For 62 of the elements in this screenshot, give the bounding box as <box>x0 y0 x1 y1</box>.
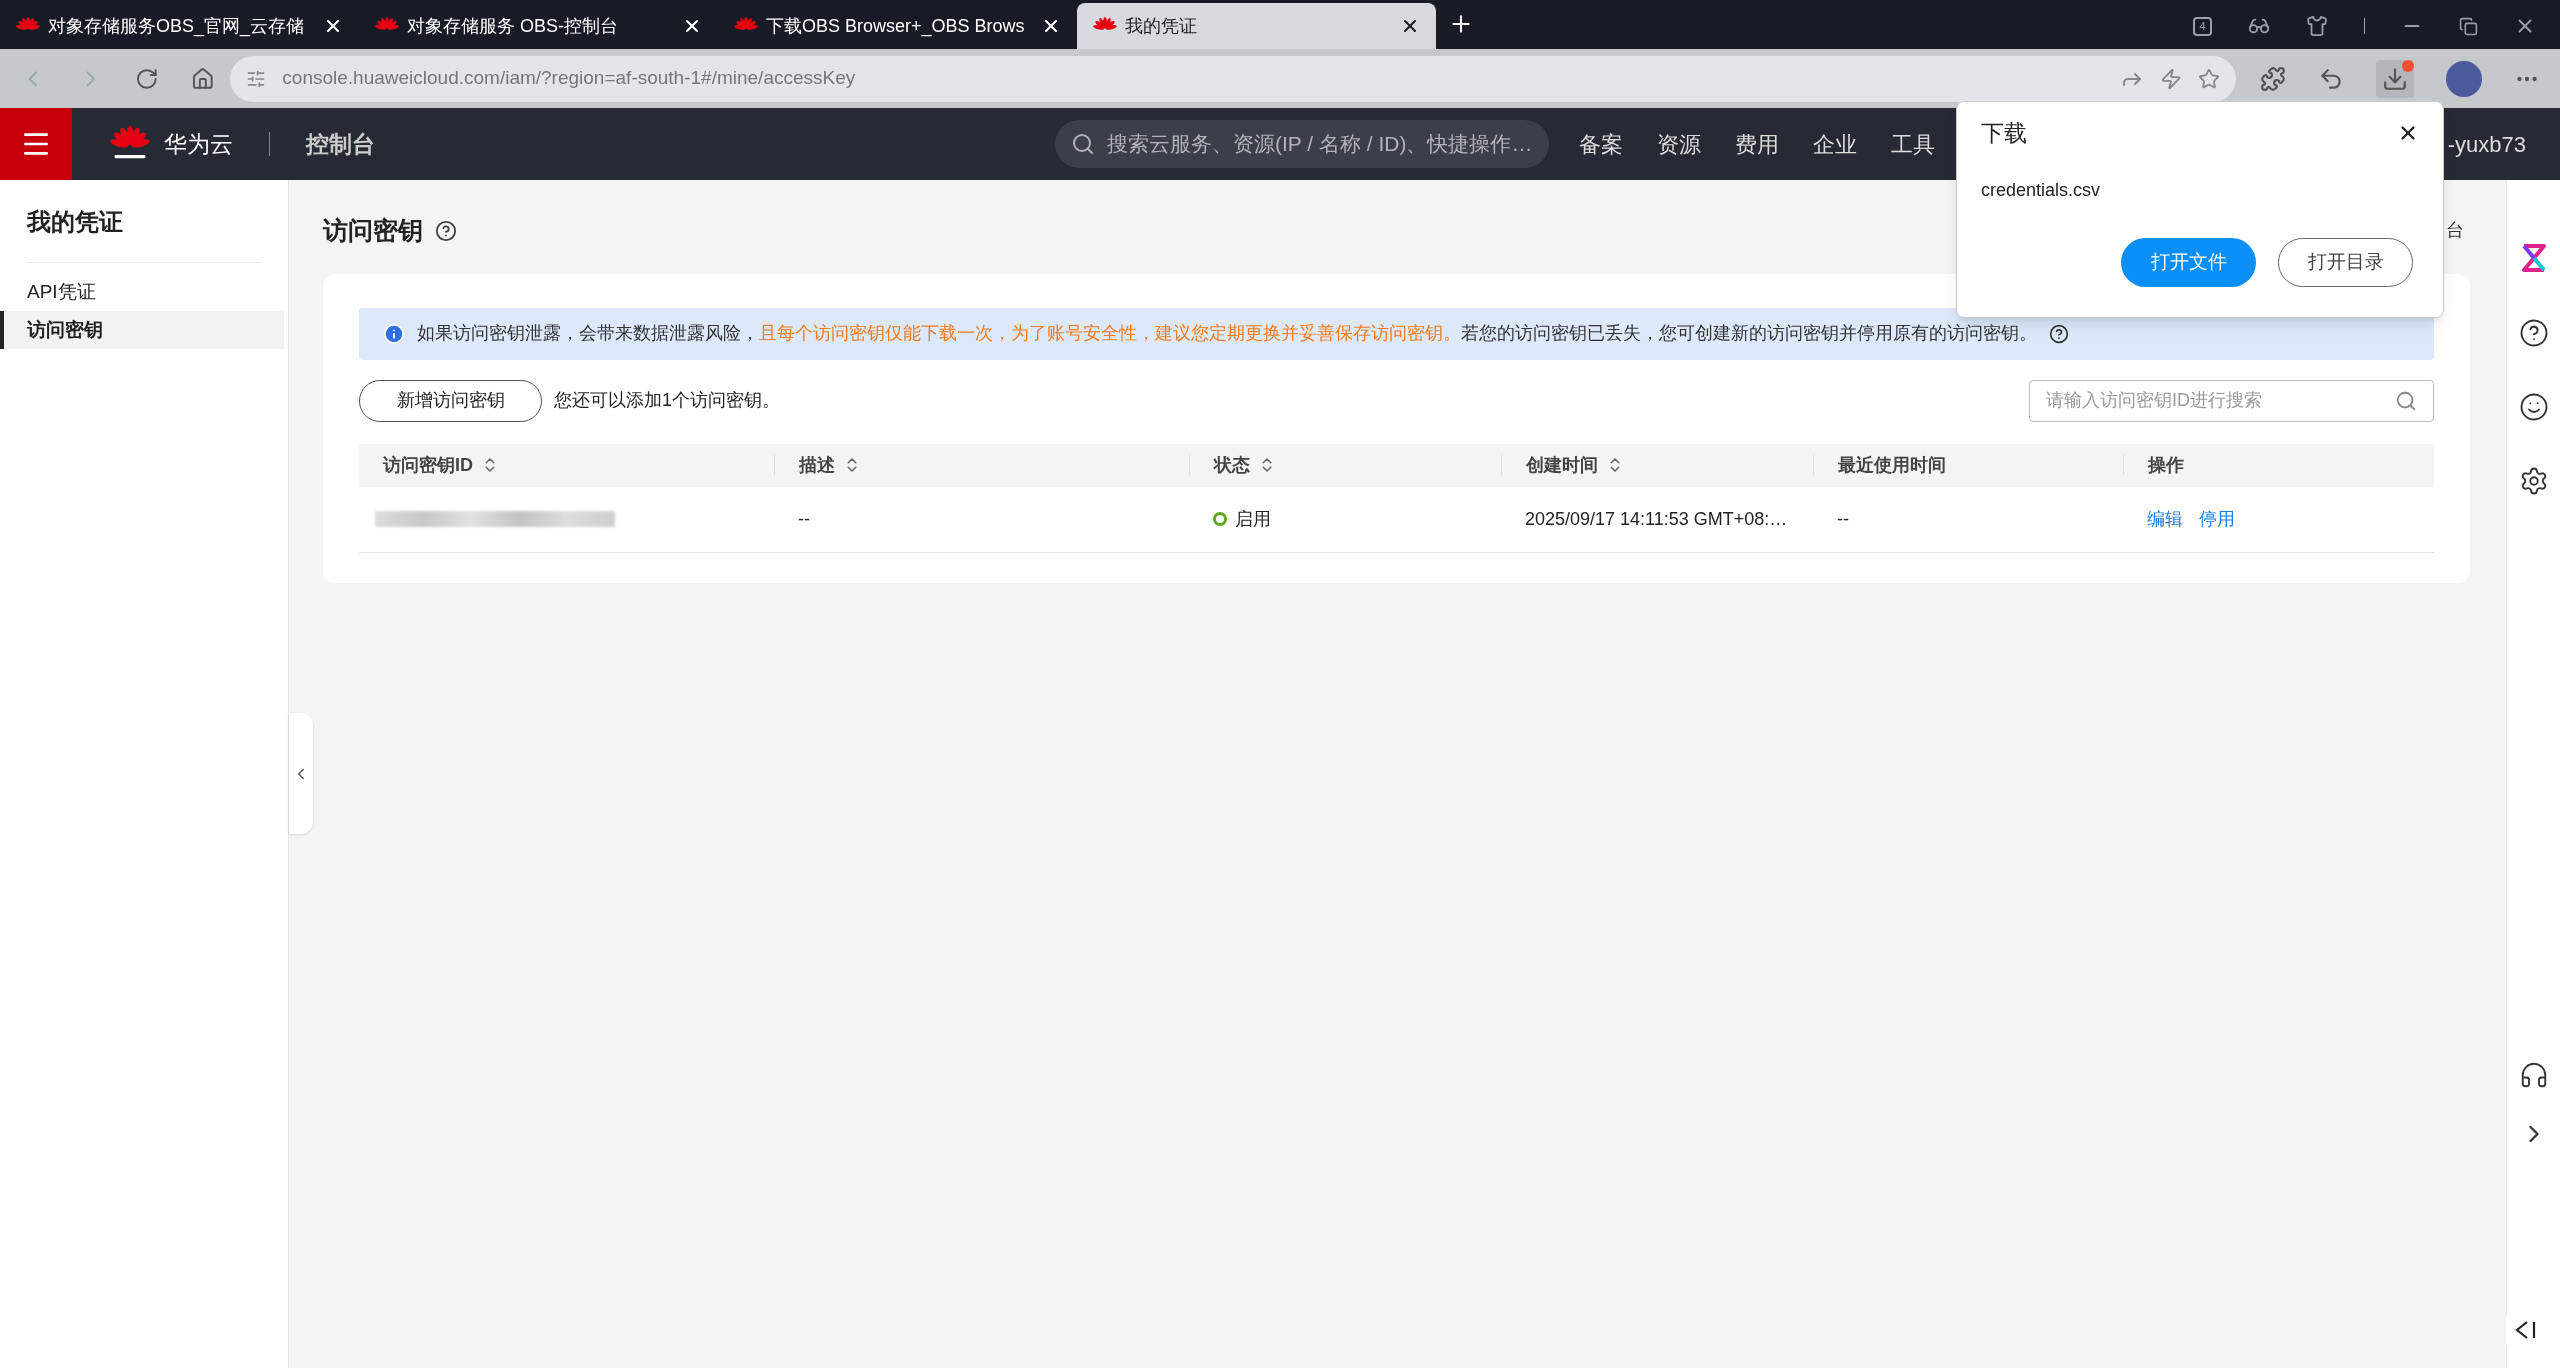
help-icon[interactable] <box>2049 323 2069 344</box>
table-cell-text: -- <box>1836 507 1850 531</box>
nav-link[interactable]: 备案 <box>1579 127 1623 161</box>
browser-tab[interactable]: 下载OBS Browser+_OBS Brows <box>718 3 1077 49</box>
popup-button[interactable]: 打开目录 <box>2278 237 2413 287</box>
lightning-icon[interactable] <box>2160 67 2182 90</box>
extensions-icon[interactable] <box>2260 65 2286 92</box>
shirt-icon[interactable] <box>2306 15 2328 37</box>
column-header[interactable]: 描述 <box>799 451 835 479</box>
table-cell-text: 2025/09/17 14:11:53 GMT+08:… <box>1524 507 1789 531</box>
user-name[interactable]: -yuxb73 <box>2447 127 2526 161</box>
column-header[interactable]: 访问密钥ID <box>383 451 473 479</box>
sidebar-title: 我的凭证 <box>27 180 261 263</box>
search-icon[interactable] <box>1071 132 1095 156</box>
browser-tab[interactable]: 对象存储服务 OBS-控制台 <box>359 3 718 49</box>
smiley-icon[interactable] <box>2518 392 2549 422</box>
menu-button[interactable] <box>0 108 72 180</box>
nav-link[interactable]: 费用 <box>1735 127 1779 161</box>
console-title[interactable]: 控制台 <box>306 126 375 162</box>
tab-title: 我的凭证 <box>1125 14 1198 38</box>
tab-count-icon[interactable]: 4 <box>2193 16 2212 36</box>
table-cell-text: -- <box>797 507 811 531</box>
search-icon[interactable] <box>2395 389 2417 412</box>
nav-link[interactable]: 资源 <box>1657 127 1701 161</box>
sidebar-item[interactable]: API凭证 <box>0 273 284 311</box>
action-link[interactable]: 编辑 <box>2147 505 2183 533</box>
avatar-icon[interactable] <box>2446 60 2482 97</box>
url-text: console.huaweicloud.com/iam/?region=af-south-1#/mine/accessKey <box>282 66 857 91</box>
star-icon[interactable] <box>2198 67 2220 90</box>
search-field[interactable]: 搜索云服务、资源(IP / 名称 / ID)、快捷操作… <box>1055 120 1549 168</box>
reload-icon[interactable] <box>135 66 159 91</box>
restore-icon[interactable] <box>2459 16 2478 36</box>
help-icon[interactable] <box>2518 318 2549 348</box>
popup-title: 下载 <box>1981 119 2027 148</box>
address-bar[interactable]: console.huaweicloud.com/iam/?region=af-south-1#/mine/accessKey <box>230 55 2236 102</box>
breadcrumb-link[interactable]: 台 <box>2446 217 2464 245</box>
page-title: 访问密钥 <box>323 215 423 246</box>
action-link[interactable]: 停用 <box>2199 505 2235 533</box>
status-text: 启用 <box>1235 507 1271 531</box>
site-info-icon[interactable] <box>246 68 267 89</box>
tab-title: 下载OBS Browser+_OBS Brows <box>766 14 1026 39</box>
brand-name: 华为云 <box>164 129 233 159</box>
sidebar-item[interactable]: 访问密钥 <box>0 311 284 349</box>
notice-text: 如果访问密钥泄露，会带来数据泄露风险，且每个访问密钥仅能下载一次，为了账号安全性，建议您定期更换并妥善保存访问密钥。若您的访问密钥已丢失，您可创建新的访问密钥并停用原有的访问密钥。 <box>417 322 2037 345</box>
nav-link[interactable]: 企业 <box>1813 127 1857 161</box>
help-icon[interactable] <box>435 219 457 242</box>
download-icon[interactable] <box>2382 65 2408 92</box>
nav-link[interactable]: 工具 <box>1891 127 1935 161</box>
browser-tab[interactable]: 对象存储服务OBS_官网_云存储 <box>0 3 359 49</box>
browser-tab[interactable]: 我的凭证 <box>1077 3 1436 49</box>
info-icon <box>383 322 405 345</box>
tab-title: 对象存储服务 OBS-控制台 <box>407 14 619 38</box>
column-header[interactable]: 状态 <box>1214 451 1250 479</box>
column-header: 操作 <box>2148 453 2184 477</box>
tab-title: 对象存储服务OBS_官网_云存储 <box>48 14 306 39</box>
file-name[interactable]: credentials.csv <box>1981 176 2419 204</box>
ribbon-logo-icon[interactable] <box>2519 242 2548 274</box>
quota-text: 您还可以添加1个访问密钥。 <box>554 389 780 412</box>
download-button[interactable] <box>2376 59 2414 98</box>
home-icon[interactable] <box>190 66 215 91</box>
column-header[interactable]: 创建时间 <box>1526 451 1598 479</box>
column-header: 最近使用时间 <box>1838 453 1946 477</box>
